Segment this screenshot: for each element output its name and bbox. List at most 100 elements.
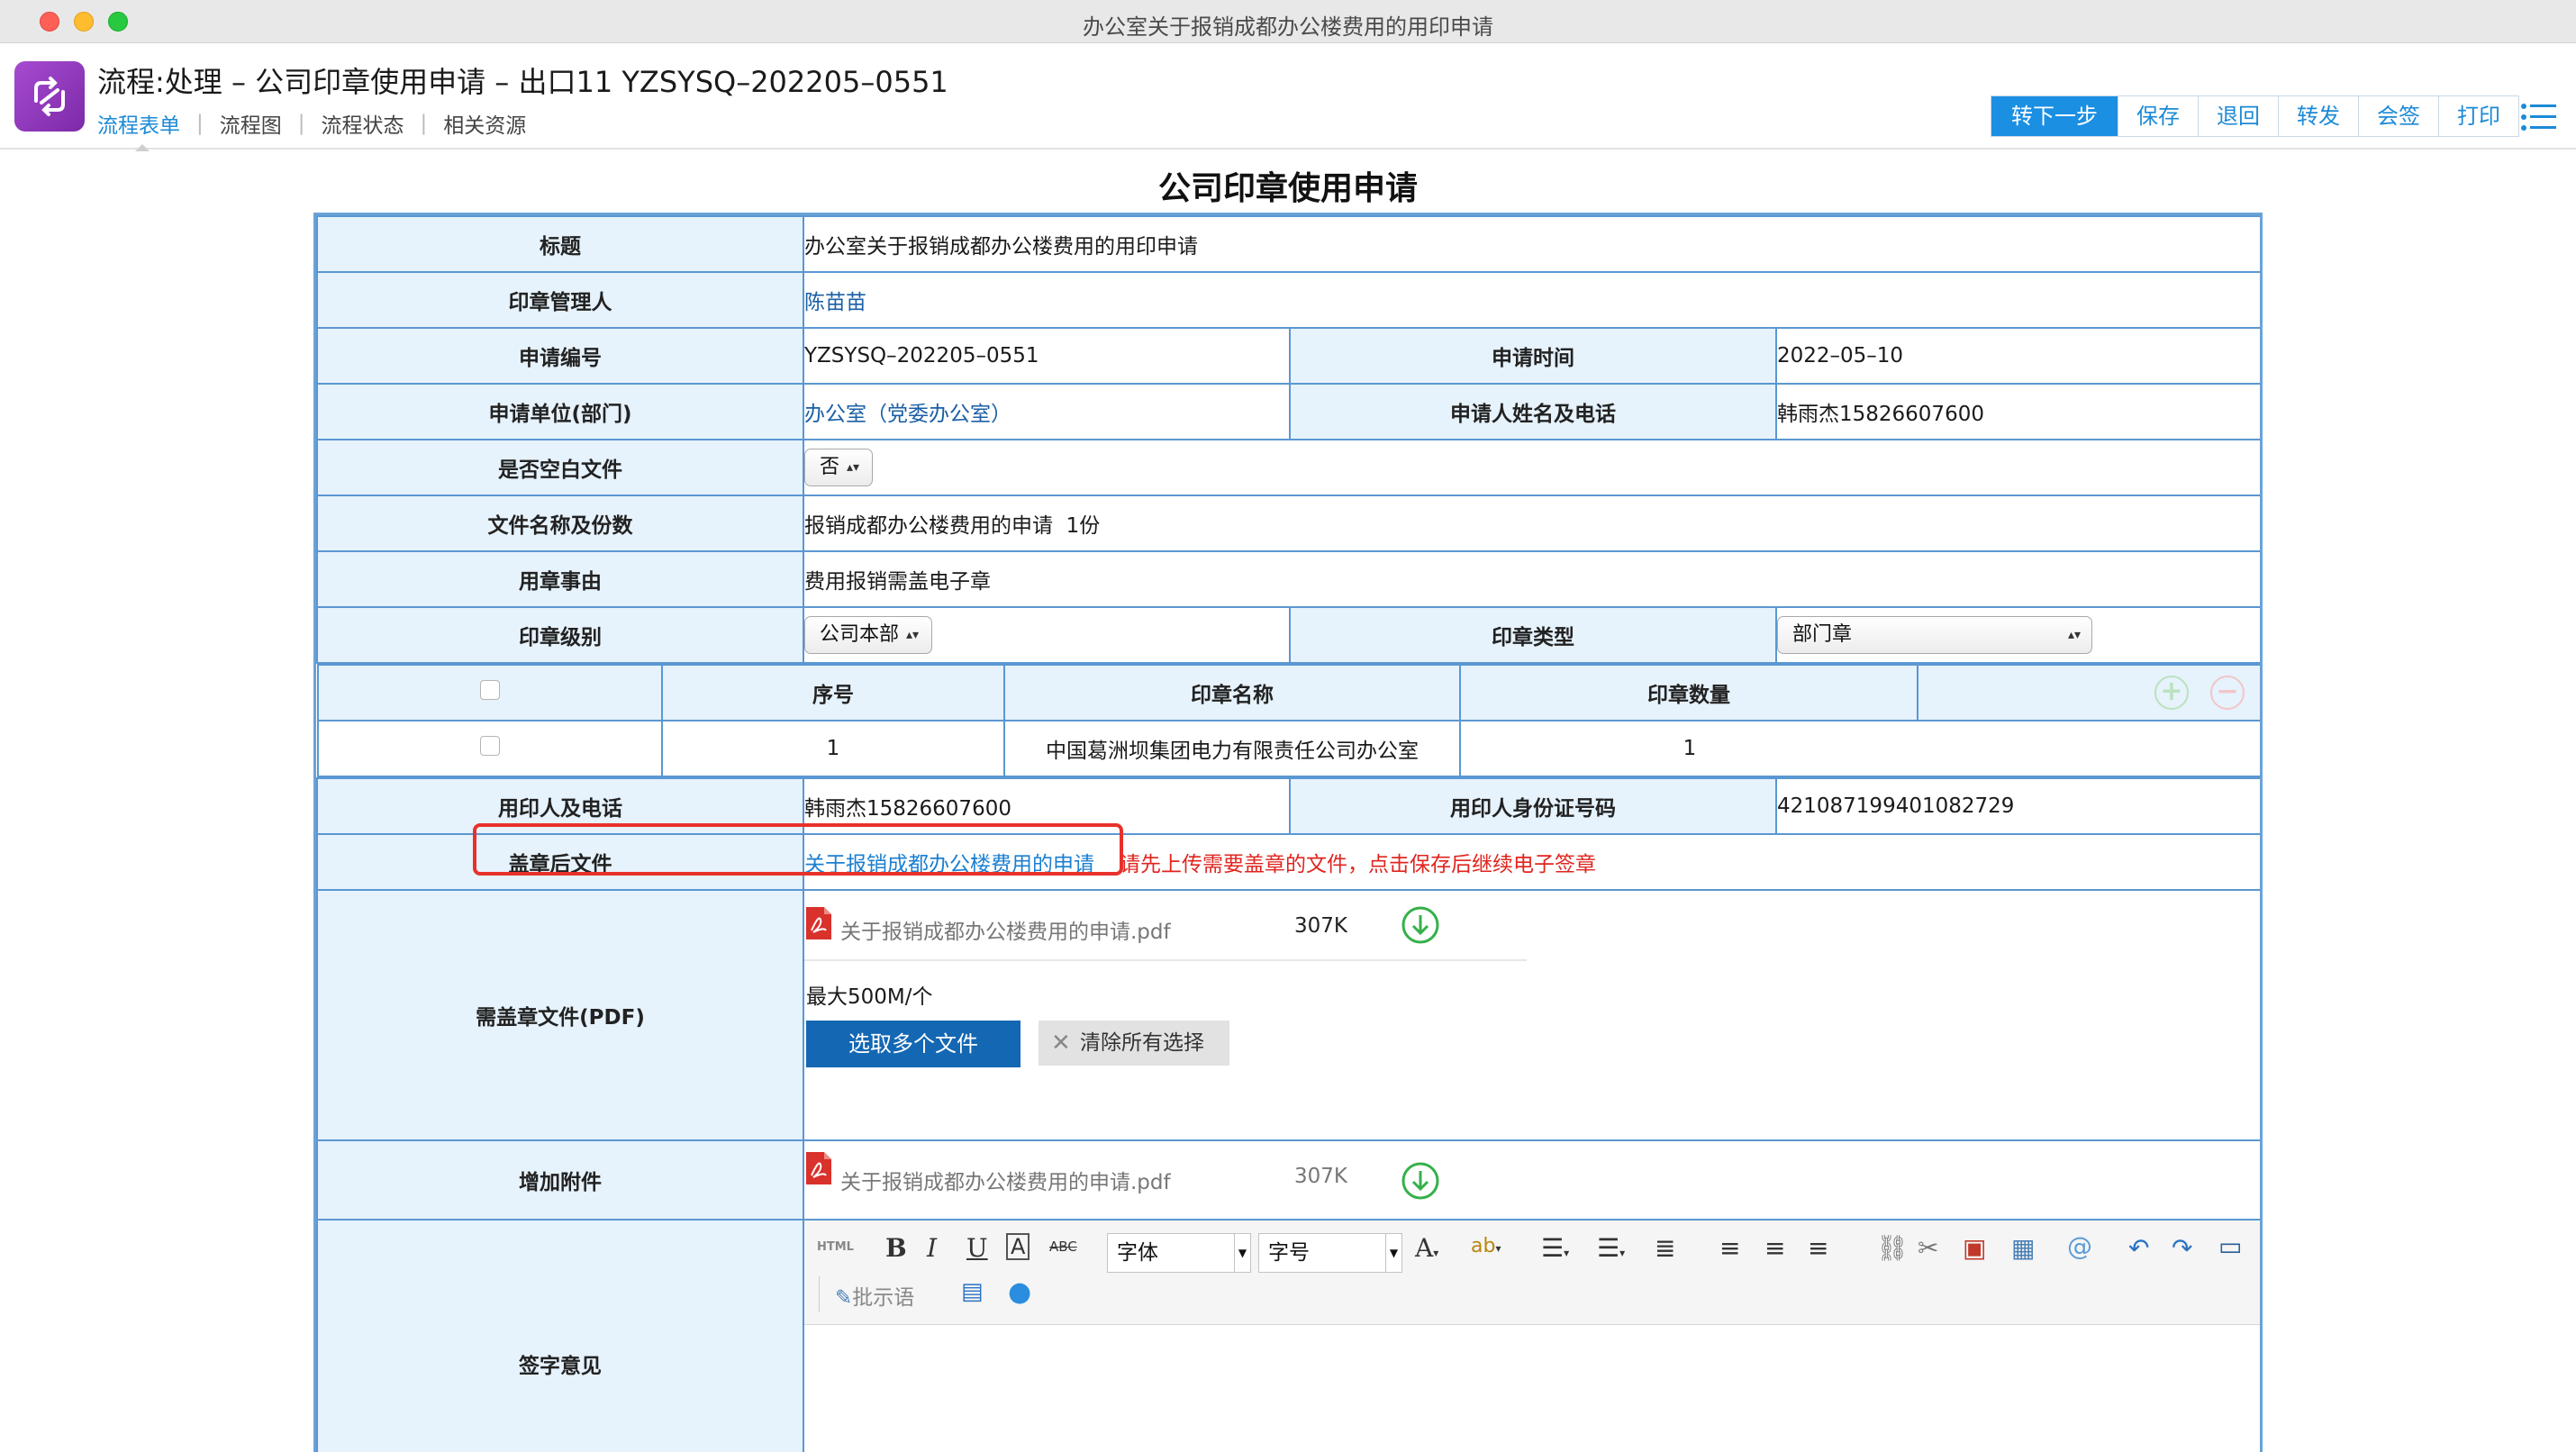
label-pdf: 需盖章文件(PDF) [316, 889, 804, 1141]
print-button[interactable]: 打印 [2438, 96, 2518, 136]
tab-divider: | [297, 112, 305, 135]
countersign-button[interactable]: 会签 [2358, 96, 2438, 136]
pdf-file-icon [806, 1152, 831, 1184]
next-step-button[interactable]: 转下一步 [1991, 96, 2118, 136]
select-files-button[interactable]: 选取多个文件 [806, 1021, 1020, 1067]
select-arrows-icon: ▴▾ [906, 628, 920, 642]
image-icon[interactable]: ▣ [1963, 1233, 1986, 1263]
link-icon[interactable]: ⛓ [1876, 1233, 1909, 1263]
chevron-down-icon: ▼ [1234, 1234, 1250, 1272]
attachment-area: 关于报销成都办公楼费用的申请.pdf 307K [805, 1142, 2259, 1218]
highlight-color-icon[interactable]: ab▾ [1471, 1235, 1501, 1257]
toolbar-divider [819, 1276, 820, 1312]
align-left-icon[interactable]: ≡ [1719, 1233, 1740, 1263]
seal-table-actions: + − [1917, 664, 2260, 721]
label-reason: 用章事由 [316, 550, 804, 608]
pen-icon: ✎ [835, 1286, 853, 1310]
remove-row-icon[interactable]: − [2210, 676, 2245, 710]
unlink-icon[interactable]: ✂ [1918, 1233, 1938, 1263]
label-seal-type: 印章类型 [1289, 606, 1777, 664]
align-center-icon[interactable]: ≡ [1764, 1233, 1785, 1263]
chevron-down-icon: ▼ [1385, 1234, 1401, 1272]
app-header: 流程:处理 – 公司印章使用申请 – 出口11 YZSYSQ–202205–05… [0, 43, 2576, 151]
align-right-icon[interactable]: ≡ [1808, 1233, 1828, 1263]
window-title: 办公室关于报销成都办公楼费用的用印申请 [1083, 14, 1493, 40]
app-logo-icon [14, 61, 85, 132]
blank-doc-select[interactable]: 否 ▴▾ [805, 449, 874, 486]
pdf-file-name[interactable]: 关于报销成都办公楼费用的申请.pdf [840, 914, 1171, 945]
clear-selection-button[interactable]: ✕ 清除所有选择 [1039, 1021, 1229, 1066]
form-title: 公司印章使用申请 [1157, 170, 1418, 207]
editor-toolbar: HTML B I U A ABC 字体 ▼ 字号 ▼ A▾ ab▾ ☰▾ ☰▾ ≣ … [805, 1221, 2260, 1325]
save-button[interactable]: 保存 [2118, 96, 2198, 136]
apply-unit-link[interactable]: 办公室（党委办公室） [805, 403, 1011, 426]
italic-icon[interactable]: I [927, 1233, 937, 1263]
seal-level-select[interactable]: 公司本部 ▴▾ [805, 616, 933, 654]
bold-icon[interactable]: B [885, 1233, 907, 1263]
sealed-file-hint: 请先上传需要盖章的文件，点击保存后继续电子签章 [1120, 853, 1596, 876]
seal-row-qty: 1 [1459, 720, 2260, 777]
ordered-list-icon[interactable]: ☰▾ [1541, 1233, 1569, 1263]
editor-content-area[interactable] [805, 1327, 2260, 1452]
tab-divider: | [420, 112, 428, 135]
label-blank-doc: 是否空白文件 [316, 439, 804, 496]
underline-icon[interactable]: U [966, 1233, 988, 1263]
table-row: 1 中国葛洲坝集团电力有限责任公司办公室 1 [317, 720, 2260, 777]
strikethrough-icon[interactable]: ABC [1049, 1239, 1077, 1255]
word-import-icon[interactable]: ▤ [961, 1278, 984, 1305]
max-size-note: 最大500M/个 [806, 985, 933, 1009]
sealed-file-link[interactable]: 关于报销成都办公楼费用的申请 [805, 853, 1094, 876]
value-reason: 费用报销需盖电子章 [802, 550, 2260, 608]
close-icon: ✕ [1051, 1030, 1071, 1057]
undo-icon[interactable]: ↶ [2128, 1233, 2149, 1263]
label-applicant: 申请人姓名及电话 [1289, 383, 1777, 440]
font-color-icon[interactable]: A▾ [1415, 1233, 1438, 1263]
select-arrows-icon: ▴▾ [2067, 628, 2081, 642]
seal-row-name: 中国葛洲坝集团电力有限责任公司办公室 [1003, 720, 1461, 777]
seal-table-header-name: 印章名称 [1003, 664, 1461, 721]
pdf-file-size: 307K [1294, 914, 1347, 938]
table-icon[interactable]: ▦ [2011, 1233, 2035, 1263]
seal-manager-link[interactable]: 陈苗苗 [805, 291, 866, 314]
download-icon[interactable] [1401, 1161, 1440, 1201]
unordered-list-icon[interactable]: ☰▾ [1597, 1233, 1625, 1263]
attachment-file-name[interactable]: 关于报销成都办公楼费用的申请.pdf [840, 1165, 1171, 1195]
font-size-select[interactable]: 字号 ▼ [1258, 1233, 1402, 1273]
seal-table-header-no: 序号 [661, 664, 1005, 721]
return-button[interactable]: 退回 [2198, 96, 2278, 136]
select-all-checkbox[interactable] [480, 680, 500, 700]
tab-flowchart[interactable]: 流程图 [220, 108, 282, 139]
value-doc-name: 报销成都办公楼费用的申请 1份 [802, 495, 2260, 552]
seal-row-no: 1 [661, 720, 1005, 777]
value-apply-time: 2022–05–10 [1774, 327, 2260, 385]
value-id-no: 421087199401082729 [1774, 777, 2260, 835]
download-icon[interactable] [1401, 905, 1440, 945]
seal-table-header-checkbox-cell [317, 664, 663, 721]
label-seal-level: 印章级别 [316, 606, 804, 664]
redo-icon[interactable]: ↷ [2172, 1233, 2192, 1263]
at-mention-icon[interactable]: @ [2067, 1231, 2092, 1261]
process-title: 流程:处理 – 公司印章使用申请 – 出口11 YZSYSQ–202205–05… [97, 65, 948, 99]
window-titlebar: 办公室关于报销成都办公楼费用的用印申请 [0, 0, 2576, 43]
value-user: 韩雨杰15826607600 [803, 777, 1291, 835]
indent-icon[interactable]: ≣ [1655, 1233, 1675, 1263]
attachment-file-size: 307K [1294, 1165, 1347, 1188]
location-pin-icon[interactable]: ● [1008, 1276, 1031, 1308]
label-sealed-file: 盖章后文件 [316, 833, 804, 891]
text-border-icon[interactable]: A [1006, 1233, 1030, 1260]
forward-button[interactable]: 转发 [2278, 96, 2358, 136]
row-checkbox[interactable] [480, 736, 500, 756]
comment-phrase-button[interactable]: ✎批示语 [835, 1280, 914, 1311]
file-divider [805, 959, 1527, 961]
html-mode-button[interactable]: HTML [817, 1240, 854, 1254]
list-menu-icon[interactable] [2520, 103, 2556, 132]
add-row-icon[interactable]: + [2154, 676, 2189, 710]
seal-type-select[interactable]: 部门章 ▴▾ [1778, 616, 2092, 654]
tab-bar: 流程表单 | 流程图 | 流程状态 | 相关资源 [97, 108, 526, 139]
tab-status[interactable]: 流程状态 [322, 108, 404, 139]
font-family-select[interactable]: 字体 ▼ [1107, 1233, 1251, 1273]
tab-form[interactable]: 流程表单 [97, 108, 180, 139]
fullscreen-icon[interactable]: ▭ [2218, 1231, 2242, 1261]
tab-resources[interactable]: 相关资源 [443, 108, 526, 139]
value-applicant: 韩雨杰15826607600 [1774, 383, 2260, 440]
